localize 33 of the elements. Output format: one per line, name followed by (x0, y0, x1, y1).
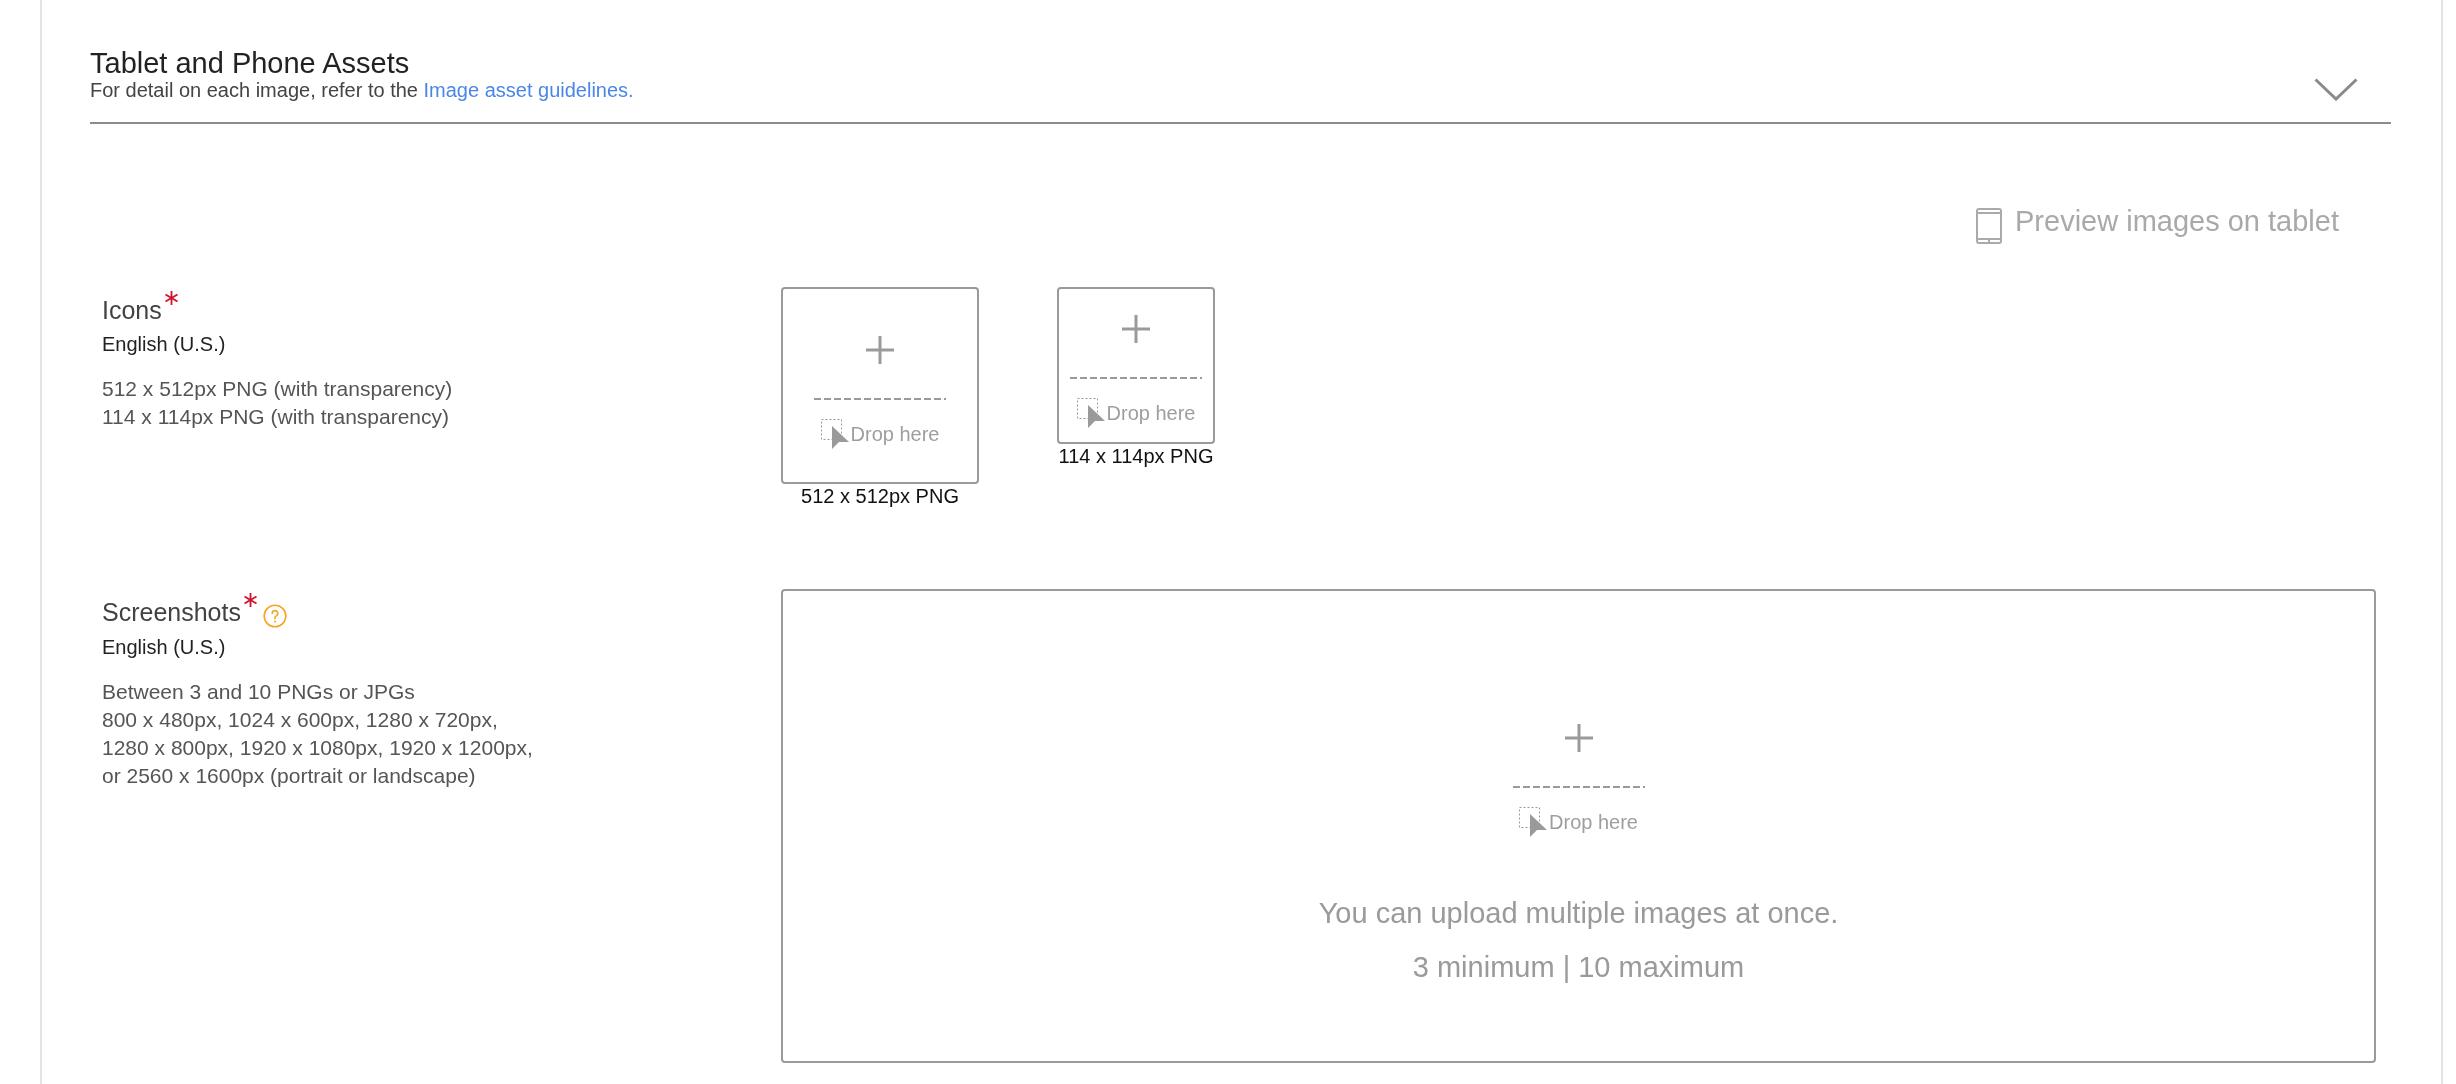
requirement-text: or 2560 x 1600px (portrait or landscape) (102, 763, 477, 789)
upload-note: 3 minimum | 10 maximum (1412, 949, 1745, 984)
drag-cursor-icon (1519, 806, 1548, 837)
section-subtitle: For detail on each image, refer to the Image asset guidelines. (90, 79, 634, 101)
requirement-text: 512 x 512px PNG (with transparency) (102, 376, 454, 402)
upload-drop-zone[interactable]: Drop here You can upload multiple images at once. 3 minimum | 10 maximum (781, 589, 2376, 1063)
requirement-text: 800 x 480px, 1024 x 600px, 1280 x 720px, (102, 707, 499, 733)
chevron-down-icon[interactable] (2314, 78, 2358, 101)
plus-icon (1122, 315, 1150, 343)
help-icon[interactable] (262, 604, 287, 628)
size-caption: 114 x 114px PNG (1058, 444, 1214, 468)
field-label: Screenshots (102, 597, 241, 627)
drop-hint: Drop here (1106, 400, 1196, 425)
plus-icon (866, 336, 894, 364)
language-label: English (U.S.) (102, 635, 227, 660)
requirement-text: Between 3 and 10 PNGs or JPGs (102, 679, 416, 705)
tablet-icon (1976, 208, 2002, 244)
upload-drop-zone[interactable]: Drop here (781, 287, 979, 484)
upload-drop-zone[interactable]: Drop here (1057, 287, 1215, 444)
drag-cursor-icon (1076, 397, 1105, 428)
upload-note: You can upload multiple images at once. (1318, 895, 1839, 930)
drop-hint: Drop here (1549, 809, 1638, 834)
drag-cursor-icon (820, 418, 849, 449)
language-label: English (U.S.) (102, 332, 227, 357)
drop-hint: Drop here (850, 421, 940, 446)
size-caption: 512 x 512px PNG (801, 484, 959, 508)
preview-button[interactable]: Preview images on tablet (1976, 204, 2339, 244)
requirement-text: 1280 x 800px, 1920 x 1080px, 1920 x 1200px, (102, 735, 534, 761)
section-title: Tablet and Phone Assets (90, 47, 411, 79)
guidelines-link[interactable]: Image asset guidelines. (423, 79, 634, 101)
requirement-text: 114 x 114px PNG (with transparency) (102, 404, 451, 430)
field-label: Icons (102, 295, 162, 325)
plus-icon (1564, 724, 1593, 752)
